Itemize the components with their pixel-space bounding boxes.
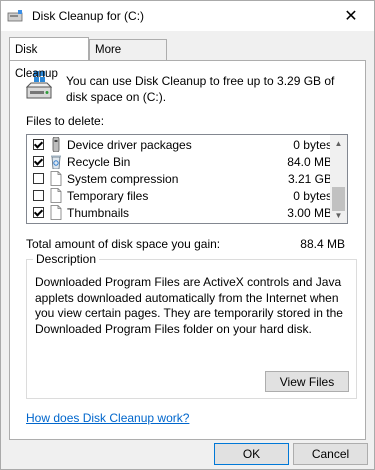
list-item-size: 3.00 MB [287,206,332,220]
recycle-bin-icon [51,155,61,169]
file-icon [50,171,62,186]
list-scrollbar[interactable]: ▲ ▼ [330,135,347,223]
list-item-name: Thumbnails [67,206,130,220]
disk-cleanup-window: Disk Cleanup for (C:) ✕ Disk Cleanup Mor… [0,0,375,470]
checkbox-recycle-bin[interactable] [33,156,44,167]
disk-cleanup-app-icon [7,10,23,22]
description-group: Description Downloaded Program Files are… [26,252,357,399]
cancel-button[interactable]: Cancel [293,443,368,465]
list-item-thumbnails[interactable]: Thumbnails 3.00 MB [27,205,332,222]
tab-disk-cleanup[interactable]: Disk Cleanup [9,37,89,80]
list-item-name: Temporary files [67,189,149,203]
list-item-size: 3.21 GB [287,172,332,186]
files-to-delete-list[interactable]: Device driver packages 0 bytes Recycle B… [26,134,348,224]
list-item-system-compression[interactable]: System compression 3.21 GB [27,171,332,188]
close-button[interactable]: ✕ [328,1,374,31]
window-title: Disk Cleanup for (C:) [32,9,145,23]
checkbox-device-driver-packages[interactable] [33,139,44,150]
list-item-name: System compression [67,172,179,186]
device-driver-icon [52,137,60,152]
title-bar[interactable]: Disk Cleanup for (C:) ✕ [1,1,374,31]
files-to-delete-label: Files to delete: [26,114,105,128]
checkbox-temporary-files[interactable] [33,190,44,201]
description-legend: Description [33,252,100,266]
help-link[interactable]: How does Disk Cleanup work? [26,411,189,425]
tab-more-options[interactable]: More Options [89,39,167,76]
list-item-temporary-files[interactable]: Temporary files 0 bytes [27,188,332,205]
description-text: Downloaded Program Files are ActiveX con… [35,275,343,336]
file-icon [50,188,62,203]
close-icon: ✕ [344,8,358,25]
list-item-size: 0 bytes [293,138,332,152]
ok-button[interactable]: OK [214,443,289,465]
scroll-up-icon[interactable]: ▲ [330,135,347,151]
scroll-down-icon[interactable]: ▼ [330,207,347,223]
list-item-device-driver-packages[interactable]: Device driver packages 0 bytes [27,137,332,154]
view-files-button[interactable]: View Files [265,371,349,392]
tab-panel: You can use Disk Cleanup to free up to 3… [9,60,366,440]
total-space-label: Total amount of disk space you gain: [26,237,221,251]
list-item-name: Device driver packages [67,138,192,152]
list-item-size: 84.0 MB [287,155,332,169]
total-space-value: 88.4 MB [300,237,345,251]
checkbox-system-compression[interactable] [33,173,44,184]
list-item-name: Recycle Bin [67,155,131,169]
intro-text: You can use Disk Cleanup to free up to 3… [66,74,335,104]
list-item-size: 0 bytes [293,189,332,203]
file-icon [50,205,62,220]
checkbox-thumbnails[interactable] [33,207,44,218]
list-item-recycle-bin[interactable]: Recycle Bin 84.0 MB [27,154,332,171]
